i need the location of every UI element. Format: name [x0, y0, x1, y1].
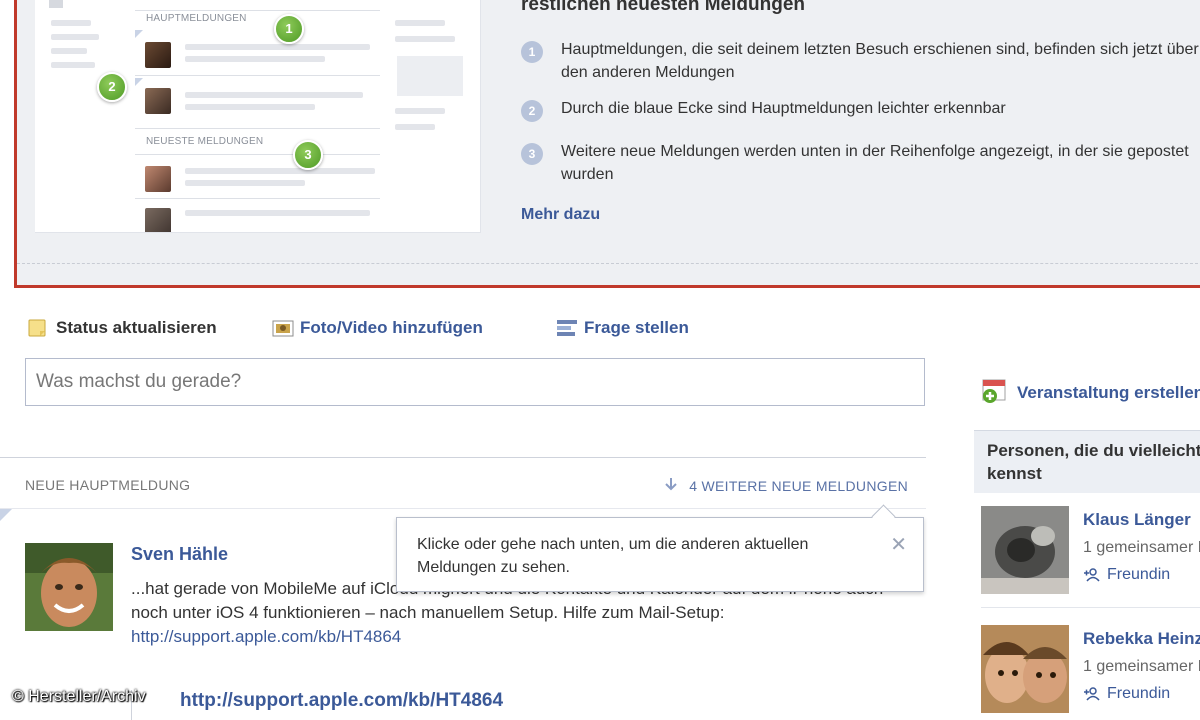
preview-divider [135, 198, 380, 199]
step-number-icon: 1 [521, 41, 543, 63]
intro-title: restlichen neuesten Meldungen [521, 0, 805, 15]
more-news-label: 4 WEITERE NEUE MELDUNGEN [689, 478, 908, 494]
add-friend-label: Freundin [1107, 685, 1171, 702]
more-info-link[interactable]: Mehr dazu [521, 206, 600, 224]
add-friend-link[interactable]: Freundin [1083, 685, 1170, 703]
preview-placeholder [185, 104, 315, 110]
tab-status-update[interactable]: Status aktualisieren [28, 314, 217, 342]
preview-badge: 2 [97, 72, 127, 102]
step-text: Weitere neue Meldungen werden unten in d… [561, 143, 1189, 183]
feed-section-label: NEUE HAUPTMELDUNG [25, 477, 191, 493]
close-icon[interactable]: ✕ [890, 532, 907, 557]
question-icon [556, 318, 577, 338]
pymk-person: Rebekka Heinz 1 gemeinsamer Freund Freun… [981, 625, 1200, 717]
post-author-name[interactable]: Sven Hähle [131, 544, 228, 565]
mutual-friends: 1 gemeinsamer Freund [1083, 539, 1200, 556]
add-friend-label: Freundin [1107, 566, 1171, 583]
mutual-friends: 1 gemeinsamer Freund [1083, 658, 1200, 675]
tab-label: Frage stellen [584, 318, 689, 337]
preview-heading-recent: NEUESTE MELDUNGEN [146, 136, 264, 147]
tab-add-photo[interactable]: Foto/Video hinzufügen [272, 314, 483, 342]
preview-placeholder [395, 108, 445, 114]
step-text: Hauptmeldungen, die seit deinem letzten … [561, 41, 1199, 81]
status-input[interactable]: Was machst du gerade? [25, 358, 925, 406]
preview-badge: 1 [274, 14, 304, 44]
feed-divider [0, 508, 926, 509]
preview-placeholder [51, 34, 99, 40]
pymk-divider [981, 607, 1200, 608]
tab-label: Status aktualisieren [56, 318, 217, 337]
pymk-person: Klaus Länger 1 gemeinsamer Freund Freund… [981, 506, 1200, 598]
post-link-preview[interactable]: http://support.apple.com/kb/HT4864 [180, 690, 503, 712]
post-inline-link[interactable]: http://support.apple.com/kb/HT4864 [131, 627, 401, 646]
add-friend-icon [1083, 687, 1101, 701]
preview-placeholder [51, 48, 87, 54]
preview-blue-corner [135, 78, 143, 86]
preview-placeholder [185, 92, 363, 98]
person-name[interactable]: Rebekka Heinz [1083, 629, 1200, 649]
feed-divider [0, 457, 926, 458]
top-story-blue-corner [0, 509, 12, 521]
photo-icon [272, 318, 294, 338]
preview-divider [135, 154, 380, 155]
person-name[interactable]: Klaus Länger [1083, 510, 1191, 530]
preview-blue-corner [135, 30, 143, 38]
person-avatar[interactable] [981, 625, 1069, 713]
add-friend-icon [1083, 568, 1101, 582]
preview-divider [135, 10, 380, 11]
preview-avatar [145, 88, 171, 114]
preview-divider [135, 75, 380, 76]
new-stories-tooltip: Klicke oder gehe nach unten, um die ande… [396, 504, 924, 592]
intro-divider [17, 263, 1200, 264]
status-note-icon [28, 318, 48, 338]
tab-label: Foto/Video hinzufügen [300, 318, 483, 337]
pymk-header: Personen, die du vielleicht kennst [974, 430, 1200, 493]
preview-placeholder [51, 20, 91, 26]
pymk-title: Personen, die du vielleicht kennst [987, 441, 1200, 483]
preview-placeholder [397, 56, 463, 96]
preview-placeholder [51, 62, 95, 68]
preview-placeholder [185, 210, 370, 216]
create-event-label: Veranstaltung erstellen [1017, 383, 1200, 402]
preview-avatar [145, 208, 171, 232]
step-number-icon: 2 [521, 100, 543, 122]
preview-placeholder [395, 124, 435, 130]
preview-badge: 3 [293, 140, 323, 170]
preview-placeholder [185, 44, 370, 50]
preview-avatar [145, 166, 171, 192]
add-friend-link[interactable]: Freundin [1083, 566, 1170, 584]
post-author-avatar[interactable] [25, 543, 113, 631]
preview-divider [135, 128, 380, 129]
preview-placeholder [185, 180, 305, 186]
tooltip-text: Klicke oder gehe nach unten, um die ande… [417, 536, 809, 576]
preview-placeholder [185, 168, 375, 174]
person-avatar[interactable] [981, 506, 1069, 594]
news-feed-intro-panel: HAUPTMELDUNGEN NEUESTE MELDUNGEN 1 2 3 r… [14, 0, 1200, 288]
preview-placeholder [395, 20, 445, 26]
create-event-link[interactable]: Veranstaltung erstellen [981, 378, 1200, 409]
more-news-link[interactable]: 4 WEITERE NEUE MELDUNGEN [665, 477, 908, 494]
preview-placeholder [185, 56, 325, 62]
step-text: Durch die blaue Ecke sind Hauptmeldungen… [561, 100, 1006, 117]
people-you-may-know: Personen, die du vielleicht kennst Klaus… [974, 430, 1200, 720]
preview-placeholder [395, 36, 455, 42]
image-credit-watermark: © Hersteller/Archiv [12, 688, 146, 705]
preview-avatar [145, 42, 171, 68]
tab-ask-question[interactable]: Frage stellen [556, 314, 689, 342]
step-number-icon: 3 [521, 143, 543, 165]
feed-preview-illustration: HAUPTMELDUNGEN NEUESTE MELDUNGEN [35, 0, 481, 233]
preview-heading-top: HAUPTMELDUNGEN [146, 13, 247, 24]
preview-photo [49, 0, 63, 8]
arrow-down-icon [665, 477, 677, 494]
calendar-add-icon [981, 378, 1009, 409]
